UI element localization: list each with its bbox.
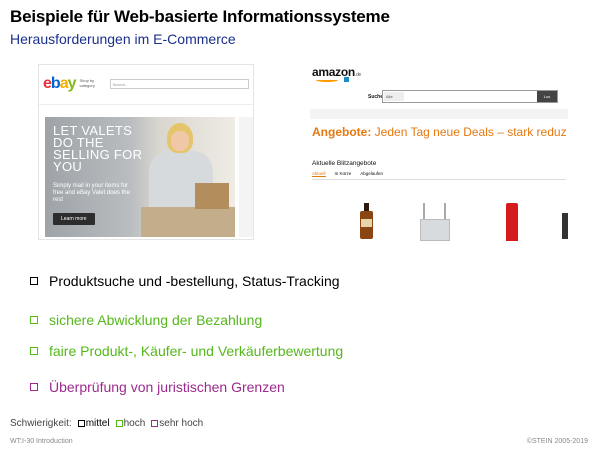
legend-item-mittel: mittel [77, 418, 110, 429]
product-whisky-label [361, 219, 372, 227]
difficulty-legend: Schwierigkeit: mittel hoch sehr hoch [10, 418, 203, 429]
amazon-search-category: Alle [384, 92, 404, 101]
amazon-smile-icon [316, 78, 338, 82]
legend-item-sehr-hoch: sehr hoch [151, 418, 203, 429]
bullet-item: Produktsuche und -bestellung, Status-Tra… [30, 273, 340, 289]
ebay-search-input: Search... [109, 79, 249, 89]
amazon-search-label: Suche [368, 94, 384, 100]
product-router [420, 219, 450, 241]
legend-box-icon [115, 420, 123, 427]
hero-box [195, 183, 229, 209]
amazon-offer-prefix: Angebote: [312, 125, 372, 139]
hero-person-face [171, 131, 189, 151]
ebay-topbar [39, 65, 253, 73]
product-red-pants [506, 203, 518, 241]
slide-title: Beispiele für Web-basierte Informationss… [10, 7, 390, 26]
legend-box-icon [77, 420, 85, 427]
ebay-screenshot: ebay Shop by category Search... LET VALE… [38, 64, 254, 240]
ebay-shop-by-category: Shop by category [79, 78, 95, 88]
amazon-deals-tabs: Aktuell In Kürze Abgelaufen [312, 171, 383, 177]
hero-desk [141, 207, 235, 237]
ebay-header: ebay Shop by category Search... [39, 73, 253, 95]
amazon-header: amazon.de [310, 63, 568, 85]
legend-item-label: mittel [85, 418, 110, 429]
bullet-box-icon [30, 316, 38, 324]
amazon-deals-title: Aktuelle Blitzangebote [312, 160, 377, 167]
bullet-item: Überprüfung von juristischen Grenzen [30, 379, 285, 395]
ebay-logo: ebay [43, 75, 76, 92]
legend-box-icon [151, 420, 159, 427]
bullet-item: faire Produkt-, Käufer- und Verkäuferbew… [30, 343, 343, 359]
amazon-nav [310, 109, 568, 119]
footer-slide-id: WT:I-30 Introduction [10, 438, 73, 445]
bullet-text: sichere Abwicklung der Bezahlung [49, 312, 263, 328]
amazon-divider [312, 179, 566, 180]
ebay-hero-banner: LET VALETS DO THE SELLING FOR YOU Simply… [45, 117, 235, 237]
amazon-prime-badge [344, 77, 350, 82]
amazon-tab-in-kuerze: In Kürze [334, 171, 352, 176]
bullet-box-icon [30, 277, 38, 285]
legend-item-label: hoch [123, 418, 146, 429]
amazon-search-input: Alle Los [382, 90, 558, 103]
ebay-hero-subtext: Simply mail in your items for free and e… [53, 183, 130, 203]
bullet-text: Produktsuche und -bestellung, Status-Tra… [49, 273, 340, 289]
amazon-offer-headline: Angebote: Jeden Tag neue Deals – stark r… [312, 125, 567, 139]
amazon-screenshot: amazon.de Suche Alle Los Angebote: Jeden… [310, 63, 568, 241]
ebay-nav [39, 95, 253, 105]
amazon-tab-abgelaufen: Abgelaufen [360, 171, 384, 176]
ebay-hero-headline: LET VALETS DO THE SELLING FOR YOU [53, 123, 143, 174]
bullet-box-icon [30, 347, 38, 355]
amazon-search-button: Los [537, 91, 557, 102]
ebay-learn-more-button: Learn more [53, 213, 95, 225]
bullet-text: faire Produkt-, Käufer- und Verkäuferbew… [49, 343, 344, 359]
bullet-item: sichere Abwicklung der Bezahlung [30, 312, 262, 328]
amazon-offer-text: Jeden Tag neue Deals – stark reduz [374, 125, 567, 139]
legend-label: Schwierigkeit: [10, 418, 72, 429]
footer-copyright: ©STEIN 2005-2019 [526, 438, 588, 445]
legend-item-label: sehr hoch [159, 418, 204, 429]
legend-item-hoch: hoch [115, 418, 146, 429]
ebay-side-panel [239, 117, 253, 237]
amazon-tab-aktuell: Aktuell [312, 171, 326, 177]
product-cut-off [562, 213, 568, 239]
bullet-box-icon [30, 383, 38, 391]
amazon-logo: amazon.de [312, 65, 361, 79]
slide-subtitle: Herausforderungen im E-Commerce [10, 31, 236, 47]
bullet-text: Überprüfung von juristischen Grenzen [49, 379, 285, 395]
